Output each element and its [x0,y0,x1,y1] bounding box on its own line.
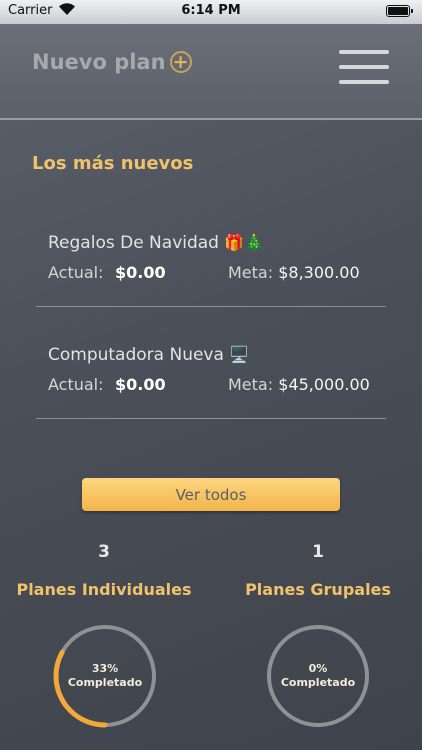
gift-tree-emoji: 🎁🎄 [224,233,265,252]
group-plans-label: Planes Grupales [245,580,391,599]
plan-item[interactable]: Regalos De Navidad 🎁🎄 Actual: $0.00 Meta… [48,233,388,285]
header-divider [0,118,422,120]
individual-plans-stat: 3 Planes Individuales [4,542,204,599]
individual-completed-label: Completado [67,676,143,689]
individual-percent: 33% [91,662,119,675]
plus-circle-icon: + [169,51,192,73]
individual-plans-count: 3 [98,542,110,562]
status-bar: Carrier 6:14 PM [0,0,422,24]
goal-value: $45,000.00 [278,375,370,394]
see-all-button[interactable]: Ver todos [82,478,340,511]
actual-label: Actual: [48,263,104,282]
plan-name: Regalos De Navidad [48,233,219,253]
computer-emoji: 🖥️ [229,345,250,364]
plan-divider [36,306,386,307]
group-percent: 0% [308,662,328,675]
individual-plans-label: Planes Individuales [16,580,192,599]
goal-label: Meta: [228,375,274,394]
group-plans-stat: 1 Planes Grupales [218,542,418,599]
new-plan-button[interactable]: Nuevo plan + [32,50,192,74]
actual-value: $0.00 [115,263,166,282]
section-title: Los más nuevos [32,153,194,174]
goal-value: $8,300.00 [278,263,360,282]
goal-label: Meta: [228,263,274,282]
actual-label: Actual: [48,375,104,394]
hamburger-menu-icon[interactable] [339,50,389,84]
plan-divider [36,418,386,419]
plan-item[interactable]: Computadora Nueva 🖥️ Actual: $0.00 Meta:… [48,345,388,397]
group-progress-ring: 0% Completado [266,624,370,728]
battery-icon [386,5,413,17]
plan-name: Computadora Nueva [48,345,224,365]
group-completed-label: Completado [280,676,356,689]
actual-value: $0.00 [115,375,166,394]
individual-progress-ring: 33% Completado [53,624,157,728]
group-plans-count: 1 [312,542,324,562]
new-plan-label: Nuevo plan [32,50,166,74]
clock: 6:14 PM [181,3,241,18]
